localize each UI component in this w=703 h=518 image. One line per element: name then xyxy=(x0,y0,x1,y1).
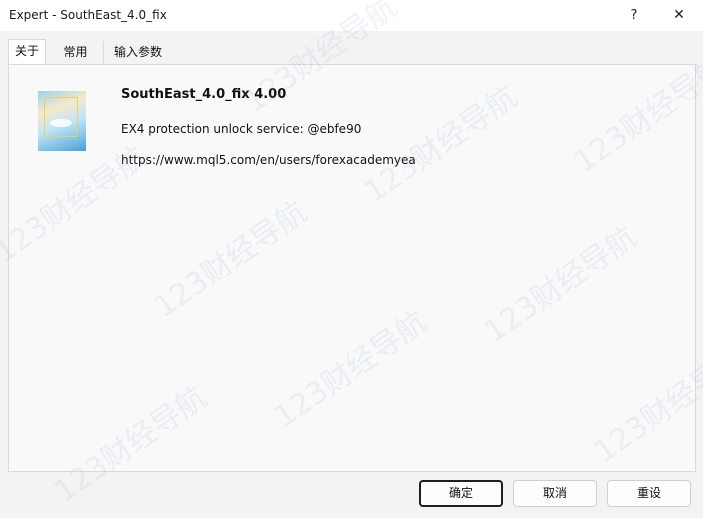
image-frame xyxy=(44,97,78,137)
expert-description: EX4 protection unlock service: @ebfe90 xyxy=(121,122,362,136)
reset-button[interactable]: 重设 xyxy=(607,480,691,507)
close-button[interactable]: ✕ xyxy=(663,0,695,31)
tab-inputs[interactable]: 输入参数 xyxy=(106,41,170,64)
tab-common[interactable]: 常用 xyxy=(48,41,104,64)
title-bar: Expert - SouthEast_4.0_fix ? ✕ xyxy=(0,0,703,31)
expert-name: SouthEast_4.0_fix 4.00 xyxy=(121,87,287,102)
ok-button[interactable]: 确定 xyxy=(419,480,503,507)
image-glow xyxy=(50,119,72,127)
expert-link[interactable]: https://www.mql5.com/en/users/forexacade… xyxy=(121,153,416,167)
about-panel: SouthEast_4.0_fix 4.00 EX4 protection un… xyxy=(8,64,696,472)
expert-dialog: Expert - SouthEast_4.0_fix ? ✕ 关于 常用 输入参… xyxy=(0,0,703,518)
expert-image xyxy=(38,91,86,151)
cancel-button[interactable]: 取消 xyxy=(513,480,597,507)
window-title: Expert - SouthEast_4.0_fix xyxy=(9,8,167,22)
tab-about[interactable]: 关于 xyxy=(8,39,46,64)
help-button[interactable]: ? xyxy=(620,0,648,31)
